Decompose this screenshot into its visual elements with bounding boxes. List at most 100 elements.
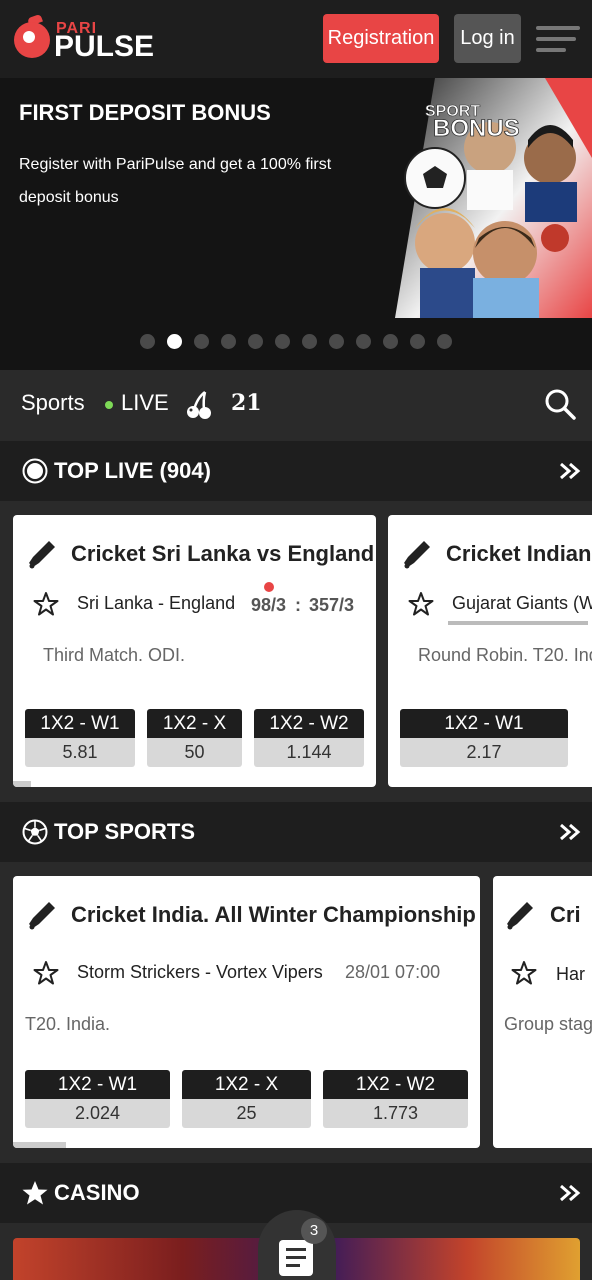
carousel-dots <box>0 334 592 354</box>
odd-value: 2.17 <box>400 738 568 767</box>
carousel-dot[interactable] <box>383 334 398 349</box>
carousel-dot[interactable] <box>329 334 344 349</box>
live-indicator-icon <box>105 401 113 409</box>
card-scrollbar[interactable] <box>13 1142 66 1148</box>
odd-value: 1.144 <box>254 738 364 767</box>
odd-label: 1X2 - W1 <box>400 709 568 738</box>
match-title: Cricket Sri Lanka vs England <box>71 541 375 566</box>
score-away: 357/3 <box>309 595 355 615</box>
hamburger-icon[interactable] <box>536 26 580 54</box>
match-card[interactable]: Cricket India. All Winter Championship S… <box>13 876 480 1148</box>
match-teams: Har <box>556 964 586 984</box>
star-icon <box>22 1181 48 1205</box>
top-sports-title: TOP SPORTS <box>54 819 196 844</box>
search-icon[interactable] <box>544 388 576 420</box>
odd-value: 1.773 <box>323 1099 468 1128</box>
match-teams: Gujarat Giants (W <box>452 593 592 613</box>
carousel-dot[interactable] <box>437 334 452 349</box>
bet-slip-icon <box>279 1240 313 1276</box>
logo-ball-icon <box>14 22 50 58</box>
carousel-dot[interactable] <box>140 334 155 349</box>
login-button[interactable]: Log in <box>454 14 521 63</box>
casino-title: CASINO <box>54 1180 140 1205</box>
carousel-dot[interactable] <box>167 334 182 349</box>
match-league: Round Robin. T20. Ind <box>418 645 592 665</box>
header: PARI PULSE Registration Log in <box>0 0 592 78</box>
carousel-dot[interactable] <box>194 334 209 349</box>
nav-sports-tab[interactable]: Sports <box>21 390 85 416</box>
match-teams: Sri Lanka - England <box>77 593 236 613</box>
double-chevron-right-icon[interactable] <box>558 822 582 842</box>
match-card[interactable]: Cri Har Group stag <box>493 876 592 1148</box>
sports-nav: Sports LIVE 21 <box>0 370 592 440</box>
logo-bottom-text: PULSE <box>54 30 155 63</box>
cricket-bat-icon <box>404 541 430 569</box>
score-separator: : <box>295 595 301 615</box>
sport-bonus-artwork: SPORT BONUS <box>395 78 592 318</box>
top-live-title: TOP LIVE (904) <box>54 458 211 483</box>
odd-value: 50 <box>147 738 242 767</box>
odd-button[interactable]: 1X2 - X 50 <box>147 709 242 767</box>
teams-underline <box>448 621 588 625</box>
match-time: 28/01 07:00 <box>345 962 441 982</box>
bet-slip-count-badge: 3 <box>301 1218 327 1244</box>
carousel-dot[interactable] <box>248 334 263 349</box>
cricket-bat-icon <box>507 902 533 930</box>
banner-title: FIRST DEPOSIT BONUS <box>19 100 271 125</box>
odd-button[interactable]: 1X2 - W2 1.773 <box>323 1070 468 1128</box>
odd-button[interactable]: 1X2 - W1 2.024 <box>25 1070 170 1128</box>
banner-text: Register with PariPulse and get a 100% f… <box>19 156 332 206</box>
match-title: Cricket Indian <box>446 541 592 566</box>
odd-label: 1X2 - X <box>182 1070 311 1099</box>
carousel-dot[interactable] <box>410 334 425 349</box>
match-league: Third Match. ODI. <box>43 645 186 665</box>
paripulse-logo[interactable]: PARI PULSE <box>14 13 174 64</box>
nav-live-tab[interactable]: LIVE <box>121 390 169 416</box>
top-live-header[interactable]: TOP LIVE (904) <box>0 441 592 501</box>
live-circle-icon <box>22 458 48 484</box>
odd-label: 1X2 - W2 <box>254 709 364 738</box>
favorite-star-icon[interactable] <box>408 591 434 617</box>
match-title: Cricket India. All Winter Championship <box>71 902 476 927</box>
favorite-star-icon[interactable] <box>511 960 537 986</box>
odd-label: 1X2 - W1 <box>25 709 135 738</box>
match-title: Cri <box>550 902 581 927</box>
odd-button[interactable]: 1X2 - X 25 <box>182 1070 311 1128</box>
favorite-star-icon[interactable] <box>33 960 59 986</box>
top-live-carousel[interactable]: Cricket Sri Lanka vs England Sri Lanka -… <box>0 501 592 802</box>
cherry-icon[interactable] <box>185 390 213 420</box>
match-league: T20. India. <box>25 1014 111 1034</box>
nav-21-tab[interactable]: 21 <box>231 390 262 416</box>
card-scrollbar[interactable] <box>13 781 31 787</box>
double-chevron-right-icon[interactable] <box>558 1183 582 1203</box>
registration-button[interactable]: Registration <box>323 14 439 63</box>
art-bonus-text: BONUS <box>433 115 520 142</box>
carousel-dot[interactable] <box>275 334 290 349</box>
double-chevron-right-icon[interactable] <box>558 461 582 481</box>
favorite-star-icon[interactable] <box>33 591 59 617</box>
match-league: Group stag <box>504 1014 592 1034</box>
live-match-card[interactable]: Cricket Sri Lanka vs England Sri Lanka -… <box>13 515 376 787</box>
carousel-dot[interactable] <box>302 334 317 349</box>
odd-button[interactable]: 1X2 - W2 1.144 <box>254 709 364 767</box>
bet-slip-button[interactable] <box>258 1210 336 1280</box>
carousel-dot[interactable] <box>356 334 371 349</box>
live-match-card[interactable]: Cricket Indian Gujarat Giants (W Round R… <box>388 515 592 787</box>
odd-label: 1X2 - X <box>147 709 242 738</box>
promo-banner[interactable]: FIRST DEPOSIT BONUS Register with PariPu… <box>0 78 592 370</box>
score-home: 98/3 <box>251 595 287 615</box>
odd-value: 5.81 <box>25 738 135 767</box>
match-teams: Storm Strickers - Vortex Vipers <box>77 962 323 982</box>
odd-label: 1X2 - W2 <box>323 1070 468 1099</box>
odd-button[interactable]: 1X2 - W1 2.17 <box>400 709 568 767</box>
cricket-bat-icon <box>29 902 55 930</box>
top-sports-header[interactable]: TOP SPORTS <box>0 802 592 862</box>
top-sports-carousel[interactable]: Cricket India. All Winter Championship S… <box>0 862 592 1163</box>
odd-value: 2.024 <box>25 1099 170 1128</box>
odd-value: 25 <box>182 1099 311 1128</box>
carousel-dot[interactable] <box>221 334 236 349</box>
odd-button[interactable]: 1X2 - W1 5.81 <box>25 709 135 767</box>
cricket-bat-icon <box>29 541 55 569</box>
odd-label: 1X2 - W1 <box>25 1070 170 1099</box>
soccer-ball-icon <box>22 819 48 845</box>
